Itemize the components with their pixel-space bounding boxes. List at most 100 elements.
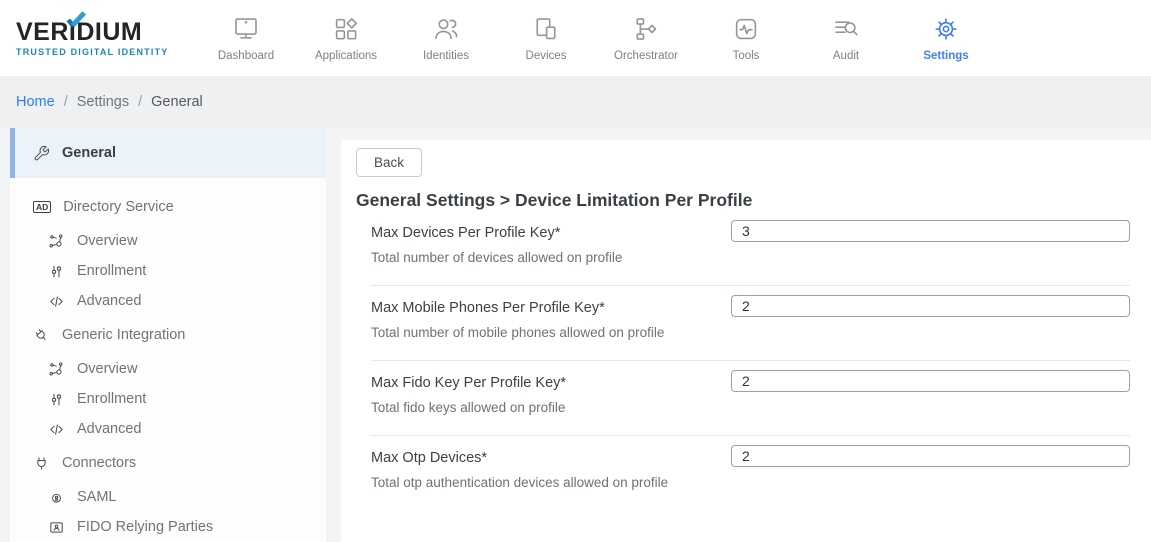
nav-item-audit[interactable]: Audit — [796, 14, 896, 62]
field-label: Max Otp Devices* — [371, 450, 731, 466]
main-panel: Back General Settings > Device Limitatio… — [341, 140, 1151, 542]
field-description: Total fido keys allowed on profile — [371, 400, 731, 415]
gear-icon — [931, 14, 961, 44]
sidebar-item-label: Connectors — [62, 455, 136, 471]
form-row-max-mobile-phones-per-profile-key: Max Mobile Phones Per Profile Key* Total … — [371, 286, 1130, 361]
sidebar-item-label: Overview — [77, 233, 137, 249]
audit-icon — [831, 14, 861, 44]
sliders-icon — [48, 391, 65, 408]
devices-icon — [531, 14, 561, 44]
nav-item-label: Applications — [315, 50, 377, 62]
sidebar-item-label: Enrollment — [77, 263, 146, 279]
field-label: Max Mobile Phones Per Profile Key* — [371, 300, 731, 316]
sidebar-item-enrollment[interactable]: Enrollment — [10, 256, 326, 286]
nav-item-orchestrator[interactable]: Orchestrator — [596, 14, 696, 62]
sidebar-item-advanced[interactable]: Advanced — [10, 414, 326, 444]
sidebar-item-generic-integration[interactable]: Generic Integration — [10, 316, 326, 354]
field-label: Max Fido Key Per Profile Key* — [371, 375, 731, 391]
field-text: Max Mobile Phones Per Profile Key* Total … — [371, 286, 731, 360]
nav-item-devices[interactable]: Devices — [496, 14, 596, 62]
veridium-logo[interactable]: VERIDIUM TRUSTED DIGITAL IDENTITY — [16, 20, 174, 57]
nav-item-label: Tools — [733, 50, 760, 62]
field-input-max-otp-devices[interactable] — [731, 445, 1130, 467]
sidebar-item-label: Advanced — [77, 421, 142, 437]
sidebar-item-label: Advanced — [77, 293, 142, 309]
sidebar-item-label: Overview — [77, 361, 137, 377]
brand-tagline: TRUSTED DIGITAL IDENTITY — [16, 47, 174, 57]
settings-sidebar: General ADDirectory Service Overview Enroll… — [10, 128, 326, 542]
breadcrumb-item-settings: Settings — [77, 94, 129, 110]
form-row-max-otp-devices: Max Otp Devices* Total otp authentication… — [371, 436, 1130, 511]
orchestrator-icon — [631, 14, 661, 44]
device-limitation-form: Max Devices Per Profile Key* Total number… — [371, 211, 1130, 511]
field-input-max-fido-key-per-profile-key[interactable] — [731, 370, 1130, 392]
app-header: VERIDIUM TRUSTED DIGITAL IDENTITY Dashbo… — [0, 0, 1151, 76]
page-title: General Settings > Device Limitation Per… — [356, 190, 1130, 211]
breadcrumb: Home / Settings / General — [0, 76, 1151, 128]
nav-item-label: Devices — [526, 50, 567, 62]
sidebar-item-label: Directory Service — [63, 199, 173, 215]
fido-icon — [48, 519, 65, 536]
field-input-max-devices-per-profile-key[interactable] — [731, 220, 1130, 242]
sidebar-item-label: Enrollment — [77, 391, 146, 407]
code-icon — [48, 421, 65, 438]
sidebar-item-overview[interactable]: Overview — [10, 354, 326, 384]
monitor-icon — [231, 14, 261, 44]
people-icon — [431, 14, 461, 44]
nav-item-dashboard[interactable]: Dashboard — [196, 14, 296, 62]
field-description: Total number of devices allowed on profi… — [371, 250, 731, 265]
sidebar-item-overview[interactable]: Overview — [10, 226, 326, 256]
field-text: Max Fido Key Per Profile Key* Total fido … — [371, 361, 731, 435]
nav-item-label: Orchestrator — [614, 50, 678, 62]
nav-item-identities[interactable]: Identities — [396, 14, 496, 62]
back-button[interactable]: Back — [356, 148, 422, 177]
sidebar-item-enrollment[interactable]: Enrollment — [10, 384, 326, 414]
checkmark-icon — [66, 11, 86, 33]
plug-diagonal-icon — [33, 327, 50, 344]
field-text: Max Otp Devices* Total otp authentication… — [371, 436, 731, 511]
field-input-wrap — [731, 436, 1130, 511]
sidebar-item-label: General — [62, 145, 116, 161]
sidebar-item-connectors[interactable]: Connectors — [10, 444, 326, 482]
sidebar-item-label: Generic Integration — [62, 327, 185, 343]
brand-name: VERIDIUM — [16, 20, 174, 45]
nav-item-label: Settings — [923, 50, 968, 62]
breadcrumb-separator: / — [138, 94, 142, 110]
sliders-icon — [48, 263, 65, 280]
field-input-wrap — [731, 211, 1130, 285]
form-row-max-fido-key-per-profile-key: Max Fido Key Per Profile Key* Total fido … — [371, 361, 1130, 436]
grid-apps-icon — [331, 14, 361, 44]
sidebar-item-advanced[interactable]: Advanced — [10, 286, 326, 316]
sidebar-item-directory-service[interactable]: ADDirectory Service — [10, 188, 326, 226]
breadcrumb-separator: / — [64, 94, 68, 110]
top-nav: Dashboard Applications Identities Devices Or… — [196, 14, 996, 62]
nav-item-settings[interactable]: Settings — [896, 14, 996, 62]
nav-item-label: Dashboard — [218, 50, 274, 62]
field-label: Max Devices Per Profile Key* — [371, 225, 731, 241]
sidebar-item-general[interactable]: General — [10, 128, 326, 178]
code-icon — [48, 293, 65, 310]
nav-item-applications[interactable]: Applications — [296, 14, 396, 62]
field-input-max-mobile-phones-per-profile-key[interactable] — [731, 295, 1130, 317]
content-area: General ADDirectory Service Overview Enroll… — [0, 128, 1151, 542]
field-input-wrap — [731, 286, 1130, 360]
nav-item-label: Audit — [833, 50, 859, 62]
wrench-icon — [33, 145, 50, 162]
nodes-icon — [48, 361, 65, 378]
plug-icon — [33, 455, 50, 472]
field-text: Max Devices Per Profile Key* Total number… — [371, 211, 731, 285]
sidebar-item-fido-relying-parties[interactable]: FIDO Relying Parties — [10, 512, 326, 542]
sidebar-item-label: SAML — [77, 489, 117, 505]
breadcrumb-item-home[interactable]: Home — [16, 94, 55, 110]
breadcrumb-item-general: General — [151, 94, 203, 110]
field-description: Total number of mobile phones allowed on… — [371, 325, 731, 340]
tools-icon — [731, 14, 761, 44]
field-description: Total otp authentication devices allowed… — [371, 475, 731, 490]
nav-item-tools[interactable]: Tools — [696, 14, 796, 62]
keyhole-icon — [48, 489, 65, 506]
sidebar-item-saml[interactable]: SAML — [10, 482, 326, 512]
sidebar-item-label: FIDO Relying Parties — [77, 519, 213, 535]
nav-item-label: Identities — [423, 50, 469, 62]
form-row-max-devices-per-profile-key: Max Devices Per Profile Key* Total number… — [371, 211, 1130, 286]
field-input-wrap — [731, 361, 1130, 435]
